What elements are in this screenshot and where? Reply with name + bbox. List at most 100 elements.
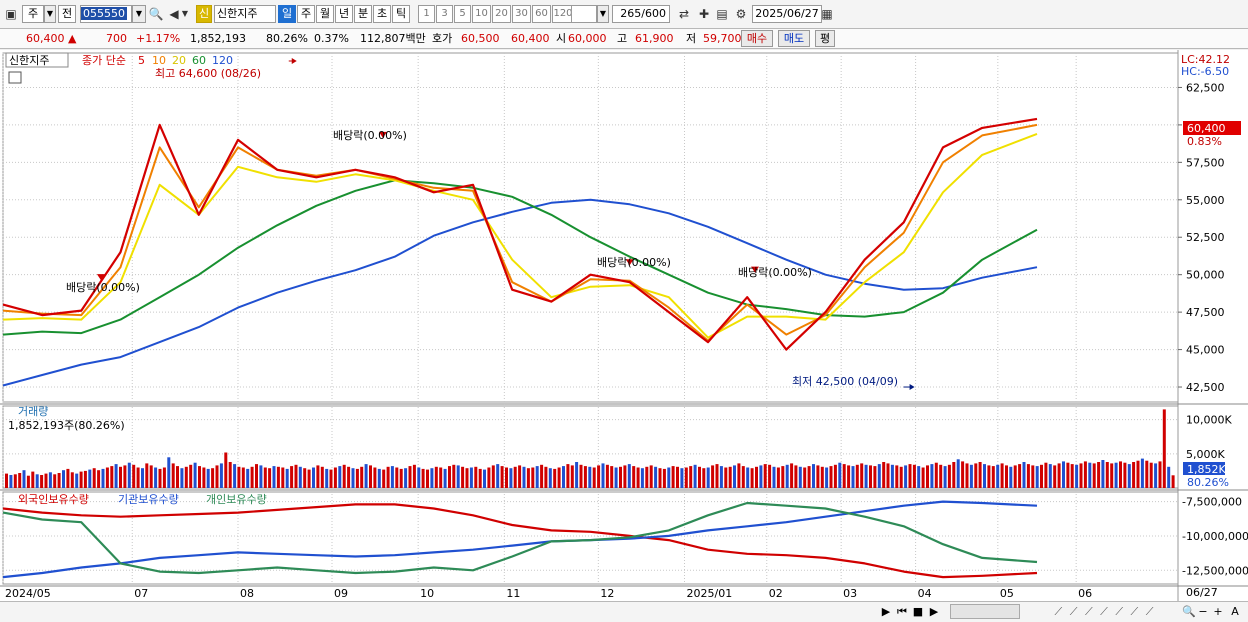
sell-button[interactable]: 매도 bbox=[778, 30, 810, 47]
volume-bar bbox=[483, 469, 486, 488]
volume-bar bbox=[579, 464, 583, 488]
price-tick-label: 47,500 bbox=[1186, 306, 1225, 319]
volume-bar bbox=[465, 468, 469, 488]
volume-bar bbox=[851, 466, 855, 488]
step-forward-icon[interactable]: ▶ bbox=[928, 604, 940, 619]
volume-bar bbox=[307, 469, 311, 488]
volume-bar bbox=[676, 466, 679, 488]
volume-bar bbox=[632, 466, 636, 488]
volume-bar bbox=[930, 464, 934, 488]
volume-bar bbox=[1110, 463, 1114, 488]
chart-area[interactable]: 62,50060,00057,50055,00052,50050,00047,5… bbox=[0, 50, 1248, 601]
volume-bar bbox=[491, 465, 495, 488]
grid-layer bbox=[0, 50, 1248, 601]
volume-bar bbox=[1136, 460, 1140, 488]
volume-bar bbox=[180, 468, 184, 488]
interval-1[interactable]: 1 bbox=[418, 5, 435, 23]
volume-bar bbox=[342, 464, 346, 488]
data-count-total: /600 bbox=[641, 7, 666, 20]
volume-bar bbox=[1154, 463, 1158, 488]
font-size-icon[interactable]: A bbox=[1228, 604, 1242, 619]
volume-bar bbox=[333, 467, 337, 488]
volume-bar bbox=[1123, 462, 1127, 488]
code-dropdown-icon[interactable]: ▼ bbox=[132, 5, 146, 23]
search-icon[interactable]: 🔍 bbox=[148, 6, 164, 22]
date-input[interactable]: 2025/06/27 bbox=[752, 5, 822, 23]
tab-0[interactable]: 일 bbox=[278, 5, 296, 23]
price-tick-label: 42,500 bbox=[1186, 381, 1225, 394]
gear-icon[interactable]: ⚙ bbox=[733, 6, 749, 22]
tab-4[interactable]: 분 bbox=[354, 5, 372, 23]
price-tick-label: 57,500 bbox=[1186, 156, 1225, 169]
chart-menu-icon[interactable]: ▣ bbox=[3, 6, 19, 22]
speaker-dropdown-icon[interactable]: ▼ bbox=[180, 6, 190, 22]
stock-name-field[interactable]: 신한지주 bbox=[214, 5, 276, 23]
chart-tool-icon[interactable]: ⇄ bbox=[676, 6, 692, 22]
buy-button[interactable]: 매수 bbox=[741, 30, 773, 47]
tab-6[interactable]: 틱 bbox=[392, 5, 410, 23]
drawing-tools[interactable]: ⟋ ⟋ ⟋ ⟋ ⟋ ⟋ ⟋ bbox=[1030, 604, 1180, 619]
tab-3[interactable]: 년 bbox=[335, 5, 353, 23]
scroll-slider[interactable] bbox=[950, 604, 1020, 619]
interval-30[interactable]: 30 bbox=[512, 5, 531, 23]
volume-bar bbox=[110, 466, 114, 488]
interval-20[interactable]: 20 bbox=[492, 5, 511, 23]
ma-label: 종가 단순 bbox=[82, 54, 126, 67]
volume-bar bbox=[667, 467, 671, 488]
volume-bar bbox=[193, 462, 197, 488]
play-icon[interactable]: ▶ bbox=[880, 604, 892, 619]
x-tick-label: 09 bbox=[334, 587, 348, 600]
volume-bar bbox=[136, 467, 140, 488]
interval-10[interactable]: 10 bbox=[472, 5, 491, 23]
calendar-icon[interactable]: ▦ bbox=[819, 6, 835, 22]
table-icon[interactable] bbox=[8, 71, 22, 84]
step-back-icon[interactable]: ⏮ bbox=[896, 604, 908, 619]
volume-bar bbox=[715, 464, 719, 488]
interval-input[interactable] bbox=[571, 5, 597, 23]
volume-bar bbox=[996, 464, 1000, 488]
crosshair-icon[interactable]: ✚ bbox=[696, 6, 712, 22]
volume-bar bbox=[855, 464, 859, 488]
save-icon[interactable]: ▤ bbox=[714, 6, 730, 22]
price-tag-pct: 0.83% bbox=[1187, 135, 1222, 148]
volume-bar bbox=[26, 475, 30, 488]
interval-3[interactable]: 3 bbox=[436, 5, 453, 23]
volume-bar bbox=[781, 466, 785, 488]
zoom-out-icon[interactable]: − bbox=[1197, 604, 1209, 619]
volume-bar bbox=[373, 467, 377, 488]
zoom-in-icon[interactable]: + bbox=[1212, 604, 1224, 619]
volume-bar bbox=[553, 468, 557, 488]
volume-value: 1,852,193 bbox=[190, 32, 246, 45]
volume-bar bbox=[92, 468, 96, 488]
data-count-field[interactable]: 265/600 bbox=[612, 5, 670, 23]
volume-bar bbox=[443, 468, 447, 488]
volume-bar bbox=[246, 468, 250, 488]
volume-bar bbox=[48, 472, 52, 488]
tab-1[interactable]: 주 bbox=[297, 5, 315, 23]
up-arrow-icon: ▲ bbox=[68, 32, 77, 45]
credit-badge-label: 신 bbox=[198, 7, 210, 20]
volume-bar bbox=[921, 467, 925, 488]
prev-button[interactable]: 전 bbox=[58, 5, 76, 23]
stop-icon[interactable]: ■ bbox=[912, 604, 924, 619]
dividend-annotation-2: 배당락(0.00%) bbox=[333, 129, 407, 142]
period-type-select[interactable]: 주 bbox=[22, 5, 44, 23]
volume-bar bbox=[316, 465, 320, 488]
interval-5[interactable]: 5 bbox=[454, 5, 471, 23]
eval-button[interactable]: 평 bbox=[815, 30, 835, 47]
interval-dropdown-icon[interactable]: ▼ bbox=[597, 5, 609, 23]
interval-60[interactable]: 60 bbox=[532, 5, 551, 23]
volume-bar bbox=[509, 468, 513, 488]
stock-tag: 신한지주 bbox=[9, 54, 49, 67]
volume-bar bbox=[259, 465, 263, 488]
tab-2[interactable]: 월 bbox=[316, 5, 334, 23]
stock-code-input[interactable]: 055550 bbox=[80, 5, 132, 23]
volume-bar bbox=[750, 468, 754, 488]
zoom-icon[interactable]: 🔍 bbox=[1182, 604, 1196, 619]
volume-bar bbox=[869, 465, 872, 488]
chevron-down-icon[interactable]: ▼ bbox=[44, 5, 56, 23]
tab-5[interactable]: 초 bbox=[373, 5, 391, 23]
volume-bar bbox=[1018, 464, 1022, 488]
volume-bar bbox=[724, 467, 728, 488]
volume-bar bbox=[1171, 475, 1175, 488]
